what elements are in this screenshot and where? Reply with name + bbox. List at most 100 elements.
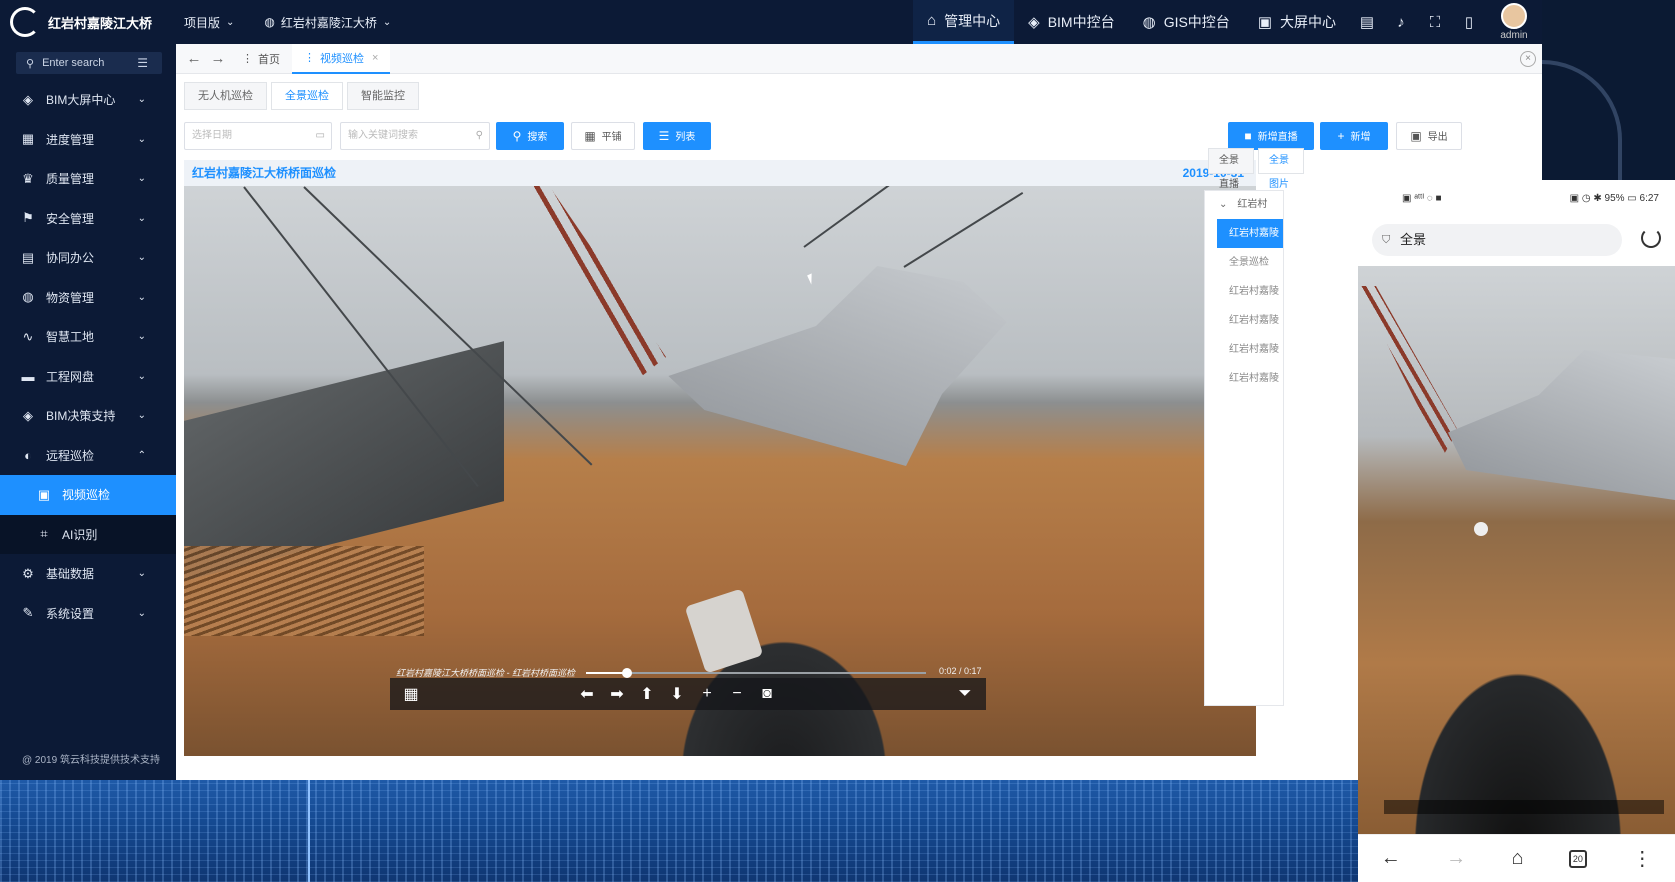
sidebar-item-office[interactable]: ▤ 协同办公 ⌄ [0,238,176,278]
inspection-type-tabs: 无人机巡检 全景巡检 智能监控 [184,82,423,110]
viewer-header: 红岩村嘉陵江大桥桥面巡检 2019-10-31 [184,160,1256,186]
sidebar-item-safety[interactable]: ⚑ 安全管理 ⌄ [0,199,176,239]
bridge-selector[interactable]: ◍ 红岩村嘉陵江大桥 ⌄ [264,14,391,31]
search-label: 搜索 [527,132,548,143]
tab-panorama-images[interactable]: 全景图片 [1258,148,1304,190]
pan-left-icon[interactable]: ⬅ [572,684,602,704]
sidebar-item-progress[interactable]: ▦ 进度管理 ⌄ [0,120,176,160]
sidebar-subitem-ai-recognition[interactable]: ⌗ AI识别 [0,514,176,554]
chevron-down-icon: ⌄ [137,331,146,343]
phone-video-controls[interactable] [1384,800,1664,814]
forward-arrow-icon[interactable]: → [206,50,230,67]
chevron-down-icon: ⌄ [137,173,146,185]
sidebar-item-label: 质量管理 [46,172,95,187]
date-picker[interactable]: 选择日期 ▭ [184,122,332,150]
sidebar-item-bim-screen[interactable]: ◈ BIM大屏中心 ⌄ [0,80,176,120]
nav-bim-console[interactable]: ◈ BIM中控台 [1014,0,1128,44]
tab-drone-inspection[interactable]: 无人机巡检 [184,82,267,110]
keyword-search-input[interactable]: 输入关键词搜索 ⚲ [340,122,490,150]
tab-icon: ⋮ [242,53,253,65]
hotspot-dot[interactable] [1474,522,1488,536]
tabs-count-icon[interactable]: 20 [1568,849,1587,868]
bell-icon[interactable]: ♪ [1384,14,1418,31]
sidebar: ⚲ Enter search ☰ ◈ BIM大屏中心 ⌄ ▦ 进度管理 ⌄ ♛ 质量管理 ⌄… [0,44,176,780]
nav-label: 大屏中心 [1280,14,1336,30]
list-item[interactable]: 红岩村嘉陵 [1205,277,1283,306]
tile-view-button[interactable]: ▦ 平铺 [571,122,635,150]
new-live-button[interactable]: ■ 新增直播 [1228,122,1314,150]
video-progress-bar[interactable] [586,668,926,678]
tab-video-inspection[interactable]: ⋮ 视频巡检 × [292,43,391,74]
search-button[interactable]: ⚲ 搜索 [496,122,564,150]
forward-arrow-icon[interactable]: → [1446,847,1466,870]
status-right: ▣ ◷ ✱ 95% ▭ 6:27 [1569,192,1659,204]
nav-gis-console[interactable]: ◍ GIS中控台 [1129,0,1244,44]
sidebar-item-drive[interactable]: ▬ 工程网盘 ⌄ [0,357,176,397]
nav-management-center[interactable]: ⌂ 管理中心 [913,0,1015,44]
tab-panorama-live[interactable]: 全景直播 [1208,148,1254,190]
collapse-controls-icon[interactable]: ⏷ [950,685,980,703]
sidebar-item-quality[interactable]: ♛ 质量管理 ⌄ [0,159,176,199]
list-group-header[interactable]: ⌄ 红岩村 [1205,191,1283,219]
export-button[interactable]: ▣ 导出 [1396,122,1462,150]
fullscreen-icon[interactable]: ⛶ [1418,14,1452,31]
globe-icon: ◍ [22,289,34,305]
thumbnails-icon[interactable]: ▦ [396,684,426,704]
sidebar-item-bim-decision[interactable]: ◈ BIM决策支持 ⌄ [0,396,176,436]
tile-label: 平铺 [601,132,622,143]
reload-icon[interactable] [1641,228,1661,248]
phone-panorama-view[interactable] [1358,266,1675,834]
rebar-pile-image [184,546,424,636]
back-arrow-icon[interactable]: ← [182,50,206,67]
chevron-down-icon: ⌄ [137,212,146,224]
phone-address-bar[interactable]: ⛉ 全景 [1372,224,1622,256]
panorama-viewer[interactable]: 红岩村嘉陵江大桥桥面巡检 - 红岩村桥面巡检 0:02 / 0:17 ▦ ⬅ ➡… [184,186,1256,756]
add-button[interactable]: + 新增 [1320,122,1388,150]
nav-big-screen[interactable]: ▣ 大屏中心 [1244,0,1350,44]
sidebar-item-settings[interactable]: ✎ 系统设置 ⌄ [0,594,176,634]
list-item[interactable]: 全景巡检 [1205,248,1283,277]
list-item[interactable]: 红岩村嘉陵 [1217,219,1283,248]
list-item[interactable]: 红岩村嘉陵 [1205,364,1283,393]
chevron-down-icon: ⌄ [137,568,146,580]
dashboard-icon[interactable]: ▤ [1350,13,1384,31]
app-logo[interactable]: 红岩村嘉陵江大桥 [0,7,176,37]
pan-right-icon[interactable]: ➡ [602,684,632,704]
back-arrow-icon[interactable]: ← [1381,847,1401,870]
user-menu[interactable]: admin [1486,3,1542,41]
sidebar-item-label: 视频巡检 [62,488,111,503]
project-selector[interactable]: 项目版 ⌄ [184,14,234,31]
sidebar-item-base-data[interactable]: ⚙ 基础数据 ⌄ [0,554,176,594]
sidebar-subitem-video-inspection[interactable]: ▣ 视频巡检 [0,475,176,515]
sidebar-item-label: 工程网盘 [46,369,95,384]
mobile-icon[interactable]: ▯ [1452,13,1486,31]
pan-down-icon[interactable]: ⬇ [662,684,692,704]
new-live-label: 新增直播 [1257,132,1298,143]
list-item[interactable]: 红岩村嘉陵 [1205,335,1283,364]
zoom-out-icon[interactable]: − [722,685,752,703]
sidebar-item-materials[interactable]: ◍ 物资管理 ⌄ [0,278,176,318]
close-icon[interactable]: × [372,52,378,64]
sidebar-item-smart-site[interactable]: ∿ 智慧工地 ⌄ [0,317,176,357]
tab-home[interactable]: ⋮ 首页 [230,44,292,74]
collapse-menu-icon[interactable]: ☰ [137,56,148,70]
vr-goggles-icon[interactable]: ◙ [752,685,782,703]
list-view-button[interactable]: ☰ 列表 [643,122,711,150]
group-label: 红岩村 [1237,199,1268,210]
steel-segment-image [668,266,1007,466]
avatar [1501,3,1527,29]
zoom-in-icon[interactable]: + [692,685,722,703]
home-icon[interactable]: ⌂ [1511,847,1523,870]
app-title: 红岩村嘉陵江大桥 [48,15,153,31]
more-options-icon[interactable]: ⋮ [1632,846,1652,871]
sidebar-item-remote-inspection[interactable]: ◐ 远程巡检 ⌃ [0,436,176,476]
video-camera-icon: ■ [1244,129,1252,143]
close-all-tabs-icon[interactable]: × [1520,51,1536,67]
tab-panorama-inspection[interactable]: 全景巡检 [271,82,343,110]
status-left: ▣ ᵃᵗᵗᴵ ◌ ■ [1402,192,1442,204]
nav-label: BIM中控台 [1047,14,1115,30]
tab-smart-monitoring[interactable]: 智能监控 [347,82,419,110]
pan-up-icon[interactable]: ⬆ [632,684,662,704]
list-item[interactable]: 红岩村嘉陵 [1205,306,1283,335]
video-progress-knob[interactable] [621,668,632,678]
